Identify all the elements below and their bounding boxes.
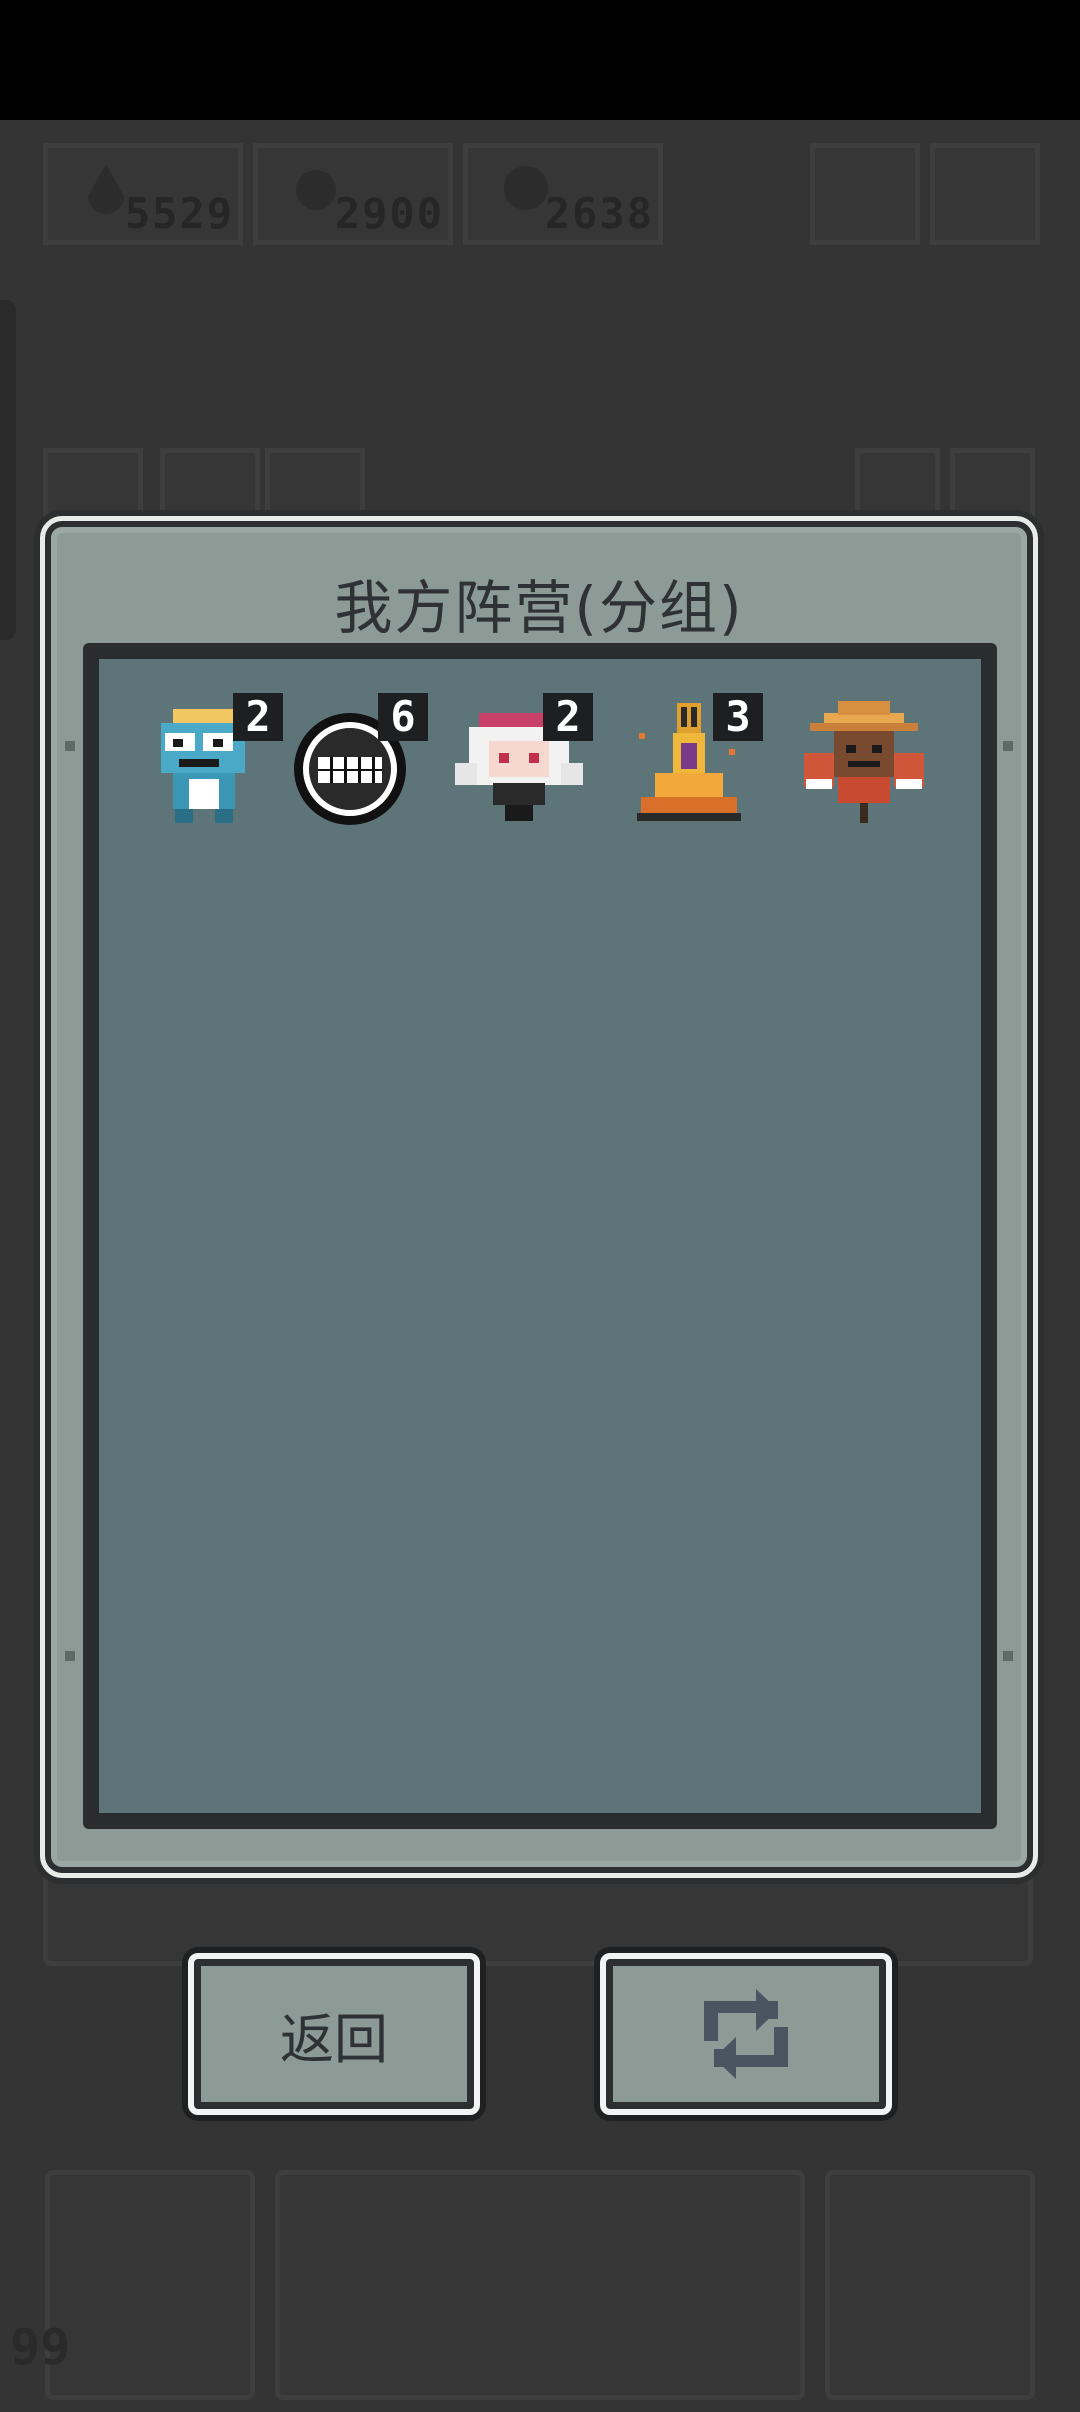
bottom-right-slot	[825, 2170, 1035, 2400]
unit-slot[interactable]: 6	[284, 693, 428, 833]
resource-drop: 5529	[43, 143, 243, 245]
unit-slot[interactable]: 3	[619, 693, 763, 833]
unit-count-badge: 2	[543, 693, 593, 741]
bottom-count: 99	[10, 2318, 71, 2376]
bottom-left-slot	[45, 2170, 255, 2400]
scarecrow-icon	[804, 701, 924, 823]
swap-arrows-icon	[704, 1989, 788, 2079]
unit-count-badge: 2	[233, 693, 283, 741]
menu-button-bg	[810, 143, 920, 245]
bottom-center-slot	[275, 2170, 805, 2400]
unit-slot[interactable]: 2	[449, 693, 593, 833]
unit-slot[interactable]	[794, 693, 934, 833]
resource-skull: 2638	[463, 143, 663, 245]
settings-button-bg	[930, 143, 1040, 245]
status-bar	[0, 0, 1080, 120]
unit-count-badge: 6	[378, 693, 428, 741]
unit-panel: 2 6 2 3	[83, 643, 997, 1829]
resource-gear: 2900	[253, 143, 453, 245]
dialog-title: 我方阵营(分组)	[334, 574, 744, 642]
unit-slot[interactable]: 2	[139, 693, 283, 833]
swap-button[interactable]	[600, 1953, 892, 2115]
back-button-label: 返回	[280, 2007, 388, 2071]
back-button[interactable]: 返回	[188, 1953, 480, 2115]
side-tab	[0, 300, 16, 640]
resource-drop-value: 5529	[124, 189, 234, 238]
resource-skull-value: 2638	[544, 189, 654, 238]
faction-dialog: 我方阵营(分组) 2 6 2 3	[40, 516, 1038, 1878]
resource-gear-value: 2900	[334, 189, 444, 238]
info-strip-bg	[43, 1870, 1033, 1966]
unit-grid: 2 6 2 3	[99, 659, 981, 1813]
unit-count-badge: 3	[713, 693, 763, 741]
